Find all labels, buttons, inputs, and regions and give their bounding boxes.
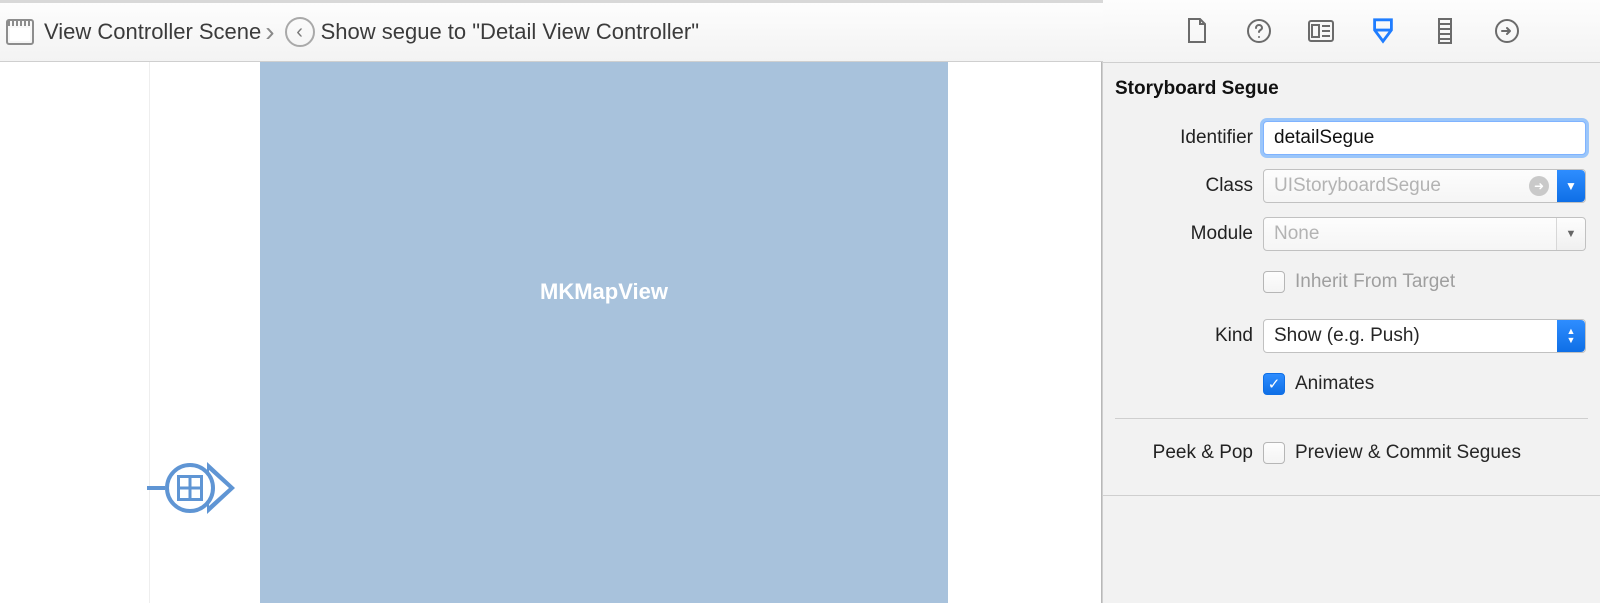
animates-checkbox[interactable]: ✓: [1263, 373, 1285, 395]
class-dropdown-arrow-icon[interactable]: ▼: [1557, 170, 1585, 202]
class-combobox[interactable]: UIStoryboardSegue ➜ ▼: [1263, 169, 1586, 203]
jump-to-class-icon[interactable]: ➜: [1529, 176, 1549, 196]
inspector-separator: [1115, 418, 1588, 419]
file-inspector-tab[interactable]: [1183, 17, 1211, 45]
class-label: Class: [1103, 175, 1263, 197]
storyboard-canvas[interactable]: MKMapView: [0, 62, 1102, 603]
breadcrumb-segue[interactable]: Show segue to "Detail View Controller": [321, 19, 699, 45]
connections-inspector-tab[interactable]: [1493, 17, 1521, 45]
storyboard-icon: [6, 19, 34, 45]
module-dropdown-arrow-icon[interactable]: ▼: [1556, 218, 1585, 250]
class-placeholder: UIStoryboardSegue: [1274, 175, 1441, 197]
preview-commit-checkbox[interactable]: [1263, 442, 1285, 464]
module-label: Module: [1103, 223, 1263, 245]
module-combobox[interactable]: None ▼: [1263, 217, 1586, 251]
kind-stepper-icon[interactable]: ▲▼: [1557, 320, 1585, 352]
quick-help-tab[interactable]: [1245, 17, 1273, 45]
mapview-placeholder[interactable]: MKMapView: [260, 62, 948, 603]
inspector-bottom-separator: [1103, 495, 1600, 496]
entry-point-arrow[interactable]: [147, 462, 235, 514]
kind-value: Show (e.g. Push): [1274, 325, 1420, 347]
mapview-label: MKMapView: [540, 279, 668, 305]
inspector-heading: Storyboard Segue: [1103, 70, 1600, 114]
breadcrumb-scene[interactable]: View Controller Scene: [44, 19, 261, 45]
preview-commit-label: Preview & Commit Segues: [1295, 442, 1521, 464]
peekpop-label: Peek & Pop: [1103, 442, 1263, 464]
inherit-from-target-label: Inherit From Target: [1295, 271, 1455, 293]
nav-back-button[interactable]: ‹: [285, 17, 315, 47]
inherit-from-target-checkbox[interactable]: [1263, 271, 1285, 293]
size-inspector-tab[interactable]: [1431, 17, 1459, 45]
identifier-field[interactable]: [1263, 121, 1586, 155]
inspector-panel: Storyboard Segue Identifier Class UIStor…: [1102, 62, 1600, 603]
animates-label: Animates: [1295, 373, 1374, 395]
chevron-right-icon: ›: [265, 18, 274, 46]
module-placeholder: None: [1274, 223, 1319, 245]
attributes-inspector-tab[interactable]: [1369, 17, 1397, 45]
kind-popup[interactable]: Show (e.g. Push) ▲▼: [1263, 319, 1586, 353]
canvas-gutter: [0, 62, 150, 603]
identifier-label: Identifier: [1103, 127, 1263, 149]
kind-label: Kind: [1103, 325, 1263, 347]
identity-inspector-tab[interactable]: [1307, 17, 1335, 45]
